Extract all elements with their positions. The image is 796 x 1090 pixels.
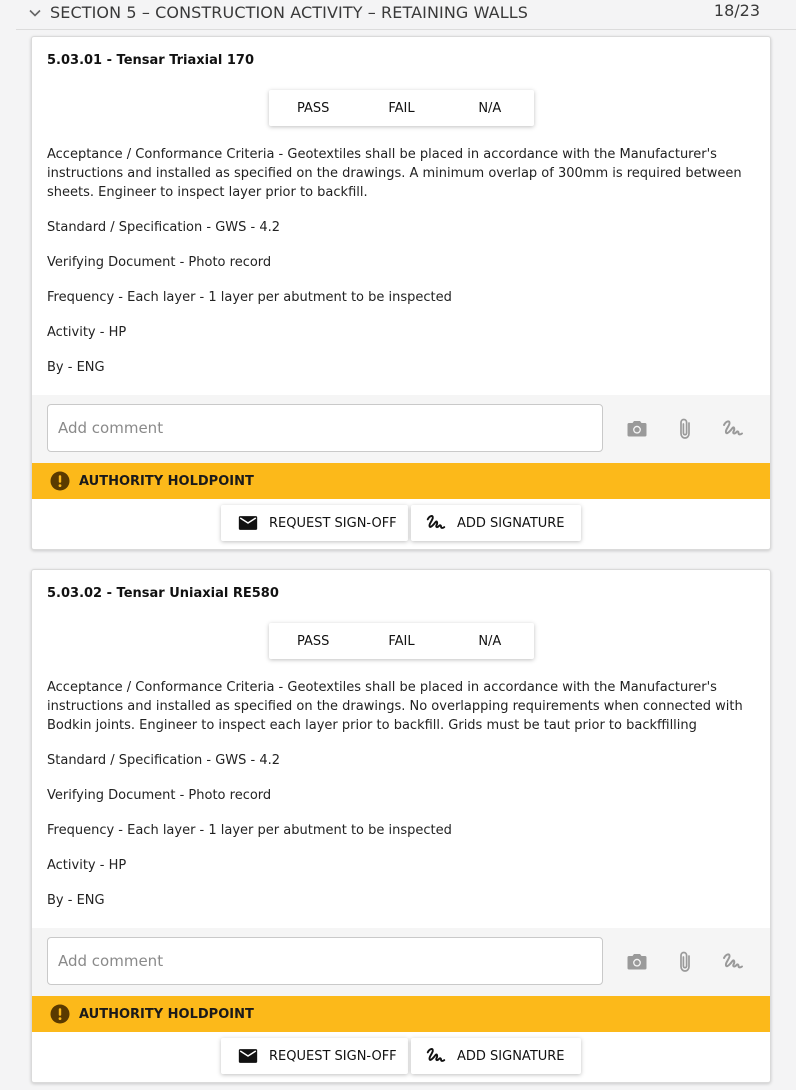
item-title: 5.03.02 - Tensar Uniaxial RE580 xyxy=(47,586,279,601)
comment-area xyxy=(32,928,770,996)
verifying-document: Verifying Document - Photo record xyxy=(47,255,272,270)
chevron-down-icon[interactable] xyxy=(28,6,42,20)
checklist-item-card: 5.03.02 - Tensar Uniaxial RE580 PASS FAI… xyxy=(31,569,771,1083)
fail-button[interactable]: FAIL xyxy=(357,623,445,659)
paperclip-icon[interactable] xyxy=(671,948,699,976)
activity: Activity - HP xyxy=(47,325,127,340)
na-button[interactable]: N/A xyxy=(446,90,534,126)
frequency: Frequency - Each layer - 1 layer per abu… xyxy=(47,290,452,305)
by: By - ENG xyxy=(47,893,105,908)
checklist-item-card: 5.03.01 - Tensar Triaxial 170 PASS FAIL … xyxy=(31,36,771,550)
signature-icon[interactable] xyxy=(719,415,747,443)
request-sign-off-button[interactable]: REQUEST SIGN-OFF xyxy=(221,505,408,541)
pass-fail-na-group: PASS FAIL N/A xyxy=(269,623,534,659)
item-title: 5.03.01 - Tensar Triaxial 170 xyxy=(47,53,255,68)
add-signature-button[interactable]: ADD SIGNATURE xyxy=(411,1038,581,1074)
standard-specification: Standard / Specification - GWS - 4.2 xyxy=(47,220,281,235)
signature-icon[interactable] xyxy=(719,948,747,976)
add-signature-label: ADD SIGNATURE xyxy=(457,1048,565,1064)
verifying-document: Verifying Document - Photo record xyxy=(47,788,272,803)
authority-holdpoint-banner: AUTHORITY HOLDPOINT xyxy=(32,463,770,499)
add-signature-button[interactable]: ADD SIGNATURE xyxy=(411,505,581,541)
comment-area xyxy=(32,395,770,463)
camera-icon[interactable] xyxy=(623,948,651,976)
frequency: Frequency - Each layer - 1 layer per abu… xyxy=(47,823,452,838)
section-title: SECTION 5 – CONSTRUCTION ACTIVITY – RETA… xyxy=(50,3,528,22)
by: By - ENG xyxy=(47,360,105,375)
comment-input[interactable] xyxy=(47,937,603,985)
signature-icon xyxy=(426,1048,446,1062)
request-sign-off-label: REQUEST SIGN-OFF xyxy=(269,1048,397,1064)
pass-button[interactable]: PASS xyxy=(269,90,357,126)
standard-specification: Standard / Specification - GWS - 4.2 xyxy=(47,753,281,768)
paperclip-icon[interactable] xyxy=(671,415,699,443)
section-header[interactable]: SECTION 5 – CONSTRUCTION ACTIVITY – RETA… xyxy=(16,0,796,30)
comment-input[interactable] xyxy=(47,404,603,452)
na-button[interactable]: N/A xyxy=(446,623,534,659)
fail-button[interactable]: FAIL xyxy=(357,90,445,126)
signature-icon xyxy=(426,515,446,529)
acceptance-criteria: Acceptance / Conformance Criteria - Geot… xyxy=(47,147,742,200)
acceptance-criteria: Acceptance / Conformance Criteria - Geot… xyxy=(47,680,743,733)
holdpoint-label: AUTHORITY HOLDPOINT xyxy=(79,1006,254,1022)
warning-icon xyxy=(50,1004,70,1024)
authority-holdpoint-banner: AUTHORITY HOLDPOINT xyxy=(32,996,770,1032)
request-sign-off-label: REQUEST SIGN-OFF xyxy=(269,515,397,531)
envelope-icon xyxy=(238,1049,258,1063)
warning-icon xyxy=(50,471,70,491)
envelope-icon xyxy=(238,516,258,530)
pass-button[interactable]: PASS xyxy=(269,623,357,659)
camera-icon[interactable] xyxy=(623,415,651,443)
pass-fail-na-group: PASS FAIL N/A xyxy=(269,90,534,126)
request-sign-off-button[interactable]: REQUEST SIGN-OFF xyxy=(221,1038,408,1074)
add-signature-label: ADD SIGNATURE xyxy=(457,515,565,531)
section-progress-count: 18/23 xyxy=(713,1,760,20)
activity: Activity - HP xyxy=(47,858,127,873)
holdpoint-label: AUTHORITY HOLDPOINT xyxy=(79,473,254,489)
